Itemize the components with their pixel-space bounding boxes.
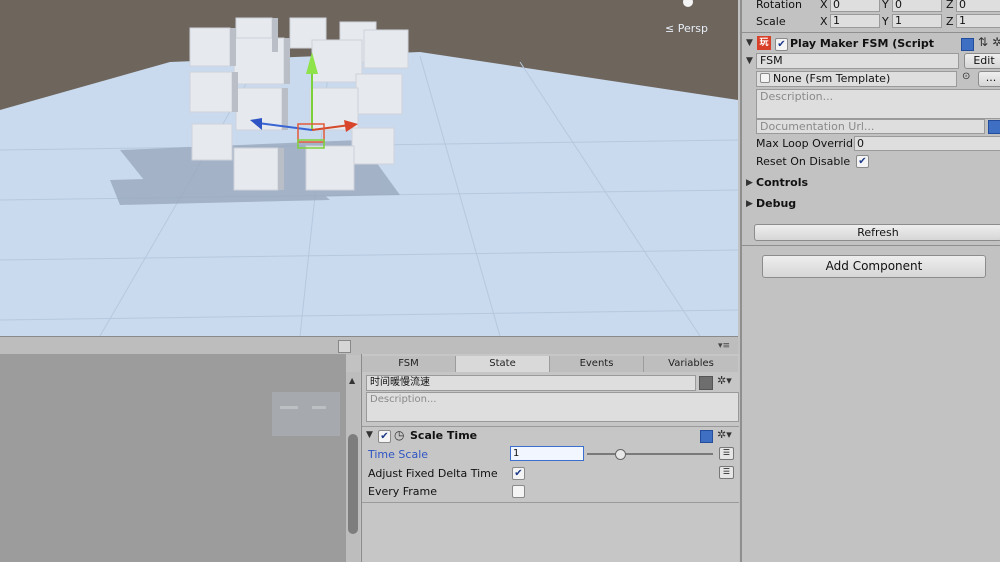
- add-component-button[interactable]: Add Component: [762, 255, 986, 278]
- inspector-panel: Rotation X 0 Y 0 Z 0 Scale X 1 Y 1 Z 1 ▼…: [740, 0, 1000, 562]
- fsm-description-input[interactable]: Description...: [756, 89, 1000, 119]
- playmaker-editor-panel: FSM State Events Variables 时间暖慢流速 ✲▾ Des…: [361, 354, 739, 562]
- divider: [742, 245, 1000, 246]
- component-title: Play Maker FSM (Script: [790, 37, 935, 50]
- scale-x-input[interactable]: 1: [830, 14, 880, 28]
- variable-toggle-button[interactable]: ☰: [719, 466, 734, 479]
- playmaker-logo-icon: 玩: [757, 36, 771, 50]
- reset-on-disable-label: Reset On Disable: [756, 155, 851, 168]
- divider: [742, 32, 1000, 33]
- state-name-input[interactable]: 时间暖慢流速: [366, 375, 696, 391]
- state-color-swatch[interactable]: [699, 376, 713, 390]
- fsm-name-input[interactable]: FSM: [756, 53, 959, 69]
- tab-variables[interactable]: Variables: [644, 356, 738, 372]
- scale-z-label: Z: [946, 15, 954, 28]
- panel-menu-icon[interactable]: ▾≡: [718, 341, 730, 351]
- rotation-z-label: Z: [946, 0, 954, 11]
- help-book-icon[interactable]: [700, 430, 713, 443]
- fsm-description-placeholder: Description...: [760, 90, 834, 103]
- action-header[interactable]: ▼ ✔ ◷ Scale Time ✲▾: [362, 426, 739, 445]
- controls-foldout[interactable]: Controls: [756, 176, 808, 189]
- state-description-input[interactable]: Description...: [366, 392, 739, 422]
- max-loop-input[interactable]: 0: [854, 136, 1000, 151]
- panel-divider: ▾≡: [0, 336, 738, 355]
- tab-events[interactable]: Events: [550, 356, 644, 372]
- adjust-fixed-delta-label: Adjust Fixed Delta Time: [368, 467, 498, 480]
- reset-on-disable-checkbox[interactable]: ✔: [856, 155, 869, 168]
- time-scale-label: Time Scale: [368, 448, 429, 461]
- maximize-icon[interactable]: [338, 340, 351, 353]
- template-checkbox[interactable]: [760, 73, 770, 83]
- scale-label: Scale: [756, 15, 786, 28]
- object-picker-icon[interactable]: ⊙: [962, 71, 970, 82]
- every-frame-label: Every Frame: [368, 485, 438, 498]
- scene-canvas[interactable]: [0, 0, 738, 336]
- documentation-url-input[interactable]: Documentation Url...: [756, 119, 985, 134]
- component-enabled-checkbox[interactable]: ✔: [775, 38, 788, 51]
- rotation-x-label: X: [820, 0, 828, 11]
- action-title: Scale Time: [410, 429, 478, 442]
- tab-state[interactable]: State: [456, 356, 550, 372]
- action-gear-icon[interactable]: ✲▾: [717, 428, 732, 441]
- max-loop-label: Max Loop Overrid: [756, 137, 853, 150]
- persp-label[interactable]: ≤ Persp: [665, 22, 708, 35]
- scroll-up-icon[interactable]: ▲: [349, 376, 355, 385]
- documentation-url-placeholder: Documentation Url...: [760, 120, 875, 133]
- every-frame-checkbox[interactable]: [512, 485, 525, 498]
- scale-y-input[interactable]: 1: [892, 14, 942, 28]
- rotation-label: Rotation: [756, 0, 803, 11]
- rotation-y-input[interactable]: 0: [892, 0, 942, 12]
- expand-arrow-icon[interactable]: ▶: [746, 199, 753, 209]
- fsm-template-field[interactable]: None (Fsm Template): [756, 71, 957, 87]
- slider-handle[interactable]: [615, 449, 626, 460]
- template-options-button[interactable]: ...: [978, 71, 1000, 87]
- scale-x-label: X: [820, 15, 828, 28]
- collapse-arrow-icon[interactable]: ▼: [746, 38, 753, 48]
- time-scale-input[interactable]: 1: [510, 446, 584, 461]
- help-book-icon[interactable]: [961, 38, 974, 51]
- fsm-graph-view[interactable]: [0, 354, 346, 562]
- action-enabled-checkbox[interactable]: ✔: [378, 430, 391, 443]
- variable-toggle-button[interactable]: ☰: [719, 447, 734, 460]
- adjust-fixed-delta-checkbox[interactable]: ✔: [512, 467, 525, 480]
- doc-link-icon[interactable]: [988, 120, 1000, 134]
- scene-view[interactable]: ≤ Persp: [0, 0, 738, 336]
- tab-fsm[interactable]: FSM: [362, 356, 456, 372]
- gear-icon[interactable]: ✲▾: [717, 374, 732, 387]
- time-scale-slider[interactable]: [587, 453, 713, 455]
- clock-icon: ◷: [394, 428, 405, 442]
- refresh-button[interactable]: Refresh: [754, 224, 1000, 241]
- graph-minimap: [272, 392, 340, 436]
- scene-orientation-gizmo: [683, 0, 693, 7]
- state-description-placeholder: Description...: [370, 394, 437, 405]
- expand-arrow-icon[interactable]: ▶: [746, 178, 753, 188]
- template-value: None (Fsm Template): [773, 72, 891, 85]
- rotation-z-input[interactable]: 0: [956, 0, 1000, 12]
- divider: [362, 502, 739, 503]
- component-gear-icon[interactable]: ✲: [992, 35, 1000, 49]
- graph-scrollbar[interactable]: ▲: [346, 372, 360, 562]
- rotation-x-input[interactable]: 0: [830, 0, 880, 12]
- debug-foldout[interactable]: Debug: [756, 197, 796, 210]
- scrollbar-thumb[interactable]: [348, 434, 358, 534]
- scale-y-label: Y: [882, 15, 889, 28]
- collapse-arrow-icon[interactable]: ▼: [366, 430, 373, 440]
- scale-z-input[interactable]: 1: [956, 14, 1000, 28]
- rotation-y-label: Y: [882, 0, 889, 11]
- preset-icon[interactable]: ⇅: [978, 35, 988, 49]
- edit-button[interactable]: Edit: [964, 53, 1000, 69]
- collapse-arrow-icon[interactable]: ▼: [746, 56, 753, 66]
